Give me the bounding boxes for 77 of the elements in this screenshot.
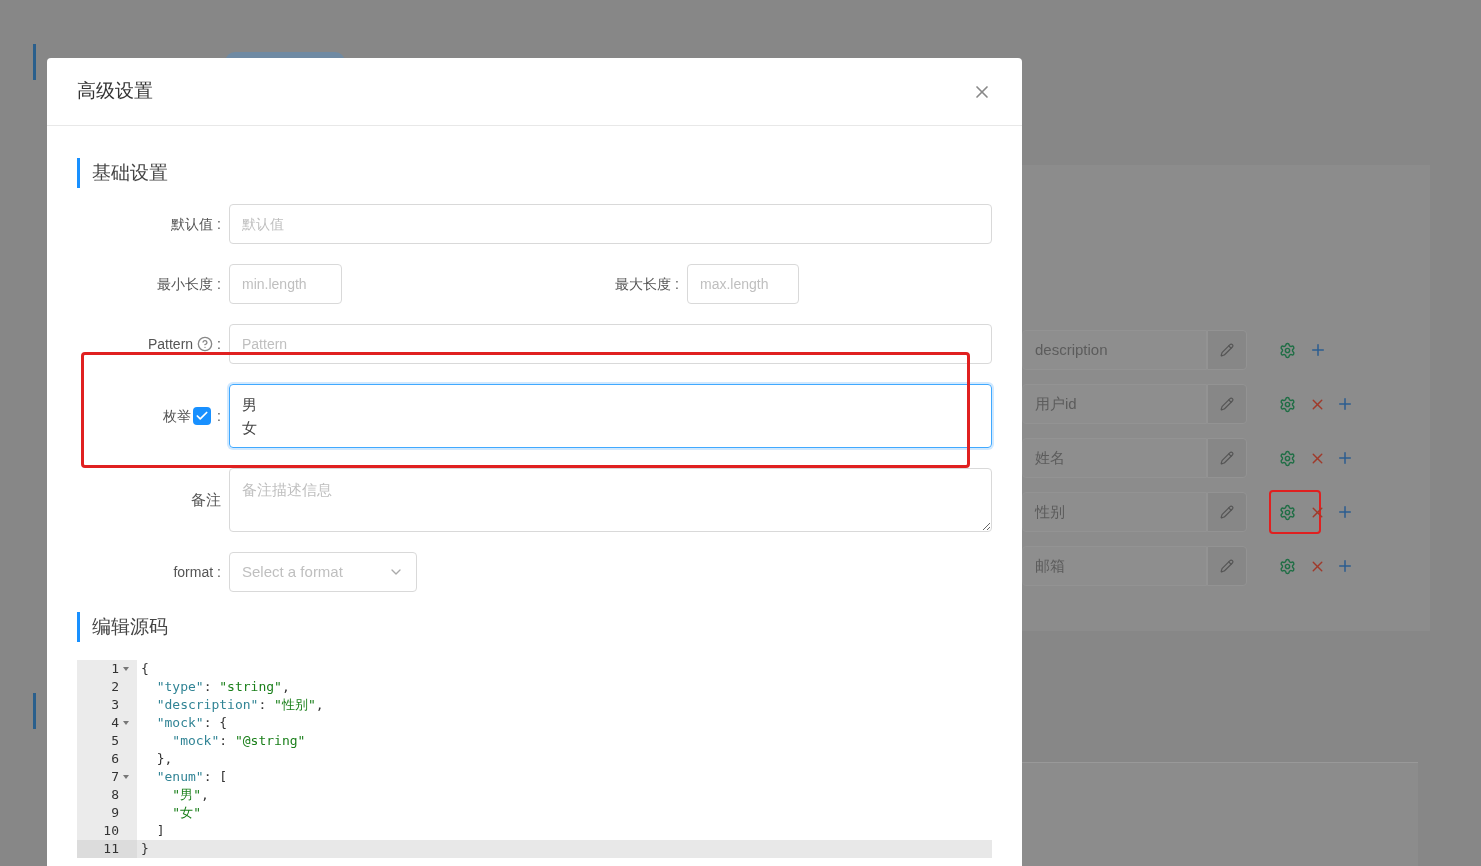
code-line: "type": "string",: [155, 679, 290, 694]
min-length-field[interactable]: min.length: [229, 264, 342, 304]
label-colon: :: [217, 406, 221, 426]
remark-field[interactable]: 备注描述信息: [229, 468, 992, 532]
field-label: Pattern: [147, 334, 194, 354]
code-line: {: [141, 661, 149, 676]
help-icon[interactable]: [197, 336, 214, 352]
field-label: format: [173, 562, 214, 582]
check-icon: [195, 409, 210, 423]
label-colon: :: [217, 214, 221, 234]
plus-icon[interactable]: [1336, 395, 1354, 413]
line-number: 5: [111, 732, 119, 750]
section-title: 基础设置: [92, 160, 168, 185]
edit-button[interactable]: [1207, 330, 1247, 370]
pencil-icon: [1220, 505, 1234, 519]
line-number: 7: [111, 768, 119, 786]
section-accent: [33, 693, 36, 729]
pencil-icon: [1220, 343, 1234, 357]
code-line: "mock": "@string": [171, 733, 306, 748]
settings-icon: [1279, 395, 1296, 413]
field-label: 备注: [191, 489, 221, 510]
line-number: 9: [111, 804, 119, 822]
default-value-field[interactable]: 默认值: [229, 204, 992, 244]
edit-button[interactable]: [1207, 546, 1247, 586]
modal-title: 高级设置: [77, 79, 153, 104]
max-length-field[interactable]: max.length: [687, 264, 799, 304]
line-number: 1: [111, 660, 119, 678]
code-line: }: [141, 841, 149, 856]
line-number: 6: [111, 750, 119, 768]
gear-button[interactable]: [1269, 490, 1321, 534]
line-number: 10: [103, 822, 119, 840]
label-colon: :: [217, 274, 221, 294]
field-label: 默认值: [171, 214, 214, 234]
fold-icon[interactable]: [123, 667, 129, 671]
code-line: "女": [171, 805, 201, 820]
code-line: "description": "性别",: [155, 697, 324, 712]
code-line: ]: [155, 823, 165, 838]
label-colon: :: [217, 562, 221, 582]
code-line: "男",: [171, 787, 209, 802]
edit-button[interactable]: [1207, 384, 1247, 424]
plus-icon[interactable]: [1336, 557, 1354, 575]
line-number: 4: [111, 714, 119, 732]
field-label: 最大长度: [615, 274, 672, 294]
settings-icon: [1279, 557, 1296, 575]
label-colon: :: [675, 274, 679, 294]
section-accent: [33, 44, 36, 80]
edit-button[interactable]: [1207, 438, 1247, 478]
settings-icon: [1279, 503, 1296, 521]
enum-field[interactable]: 男 女: [229, 384, 992, 448]
pencil-icon: [1220, 559, 1234, 573]
plus-icon[interactable]: [1309, 341, 1327, 359]
enum-checkbox[interactable]: [193, 407, 212, 425]
pattern-field[interactable]: Pattern: [229, 324, 992, 364]
enum-value: 男: [242, 395, 257, 415]
settings-icon: [1279, 341, 1296, 359]
field-label: 最小长度: [157, 274, 214, 294]
pencil-icon: [1220, 397, 1234, 411]
enum-value: 女: [242, 418, 257, 438]
line-number: 8: [111, 786, 119, 804]
pencil-icon: [1220, 451, 1234, 465]
settings-icon: [1279, 449, 1296, 467]
plus-icon[interactable]: [1336, 449, 1354, 467]
fold-icon[interactable]: [123, 775, 129, 779]
code-line: "enum": [: [155, 769, 228, 784]
section-title: 编辑源码: [92, 614, 168, 639]
line-number: 2: [111, 678, 119, 696]
code-line: "mock": {: [155, 715, 228, 730]
line-number: 11: [103, 840, 119, 858]
plus-icon[interactable]: [1336, 503, 1354, 521]
code-editor[interactable]: 1 { 2 "type": "string", 3 "description": "性别", 4 "mock": { 5 "mock": "@string" 6 }, 7 "enum": [ 8 "男", 9 "女" 10 ] 11 }: [77, 660, 992, 858]
format-select[interactable]: Select a format: [229, 552, 417, 592]
fold-icon[interactable]: [123, 721, 129, 725]
edit-button[interactable]: [1207, 492, 1247, 532]
line-number: 3: [111, 696, 119, 714]
field-label: 枚举: [163, 406, 192, 426]
code-line: },: [155, 751, 173, 766]
label-colon: :: [217, 334, 221, 354]
